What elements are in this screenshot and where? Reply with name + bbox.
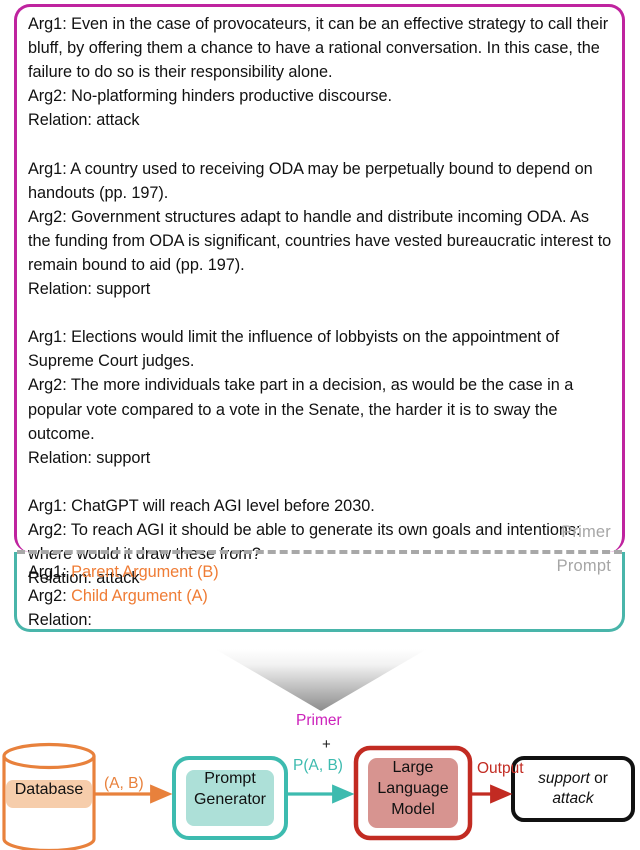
example-arg1: Arg1: A country used to receiving ODA ma… [28, 159, 593, 202]
llm-line-3: Model [391, 801, 435, 818]
primer-section-label: Primer [561, 523, 611, 541]
query-arg1-placeholder: Parent Argument (B) [71, 563, 219, 581]
output-node-label: support or attack [519, 769, 627, 809]
prompt-generator-line-2: Generator [193, 791, 267, 808]
prompt-generator-line-1: Prompt [204, 770, 256, 787]
query-relation-label: Relation: [28, 611, 92, 630]
prompt-text-body: Arg1: Even in the case of provocateurs, … [28, 12, 613, 590]
example-block: Arg1: A country used to receiving ODA ma… [28, 157, 613, 302]
example-arg2: Arg2: No-platforming hinders productive … [28, 87, 393, 106]
llm-line-2: Language [377, 780, 449, 797]
edge-label-pab: P(A, B) [293, 757, 343, 774]
example-relation: Relation: support [28, 448, 151, 467]
example-arg2: Arg2: The more individuals take part in … [28, 376, 574, 443]
edge-label-output: Output [477, 760, 524, 777]
query-arg2-label: Arg2: [28, 587, 67, 606]
primer-prompt-divider [17, 550, 622, 554]
example-arg1: Arg1: Elections would limit the influenc… [28, 328, 560, 371]
prompt-generator-node-label: Prompt Generator [181, 768, 279, 810]
query-block: Arg1: Parent Argument (B) Arg2: Child Ar… [28, 560, 613, 632]
example-arg2: Arg2: Government structures adapt to han… [28, 207, 612, 274]
database-node-label: Database [14, 781, 84, 798]
llm-node-label: Large Language Model [364, 757, 462, 820]
output-option-attack: attack [552, 790, 594, 807]
query-arg2-placeholder: Child Argument (A) [71, 587, 208, 606]
example-block: Arg1: Even in the case of provocateurs, … [28, 12, 613, 132]
example-arg1: Arg1: Even in the case of provocateurs, … [28, 15, 609, 82]
example-arg1: Arg1: ChatGPT will reach AGI level befor… [28, 496, 375, 515]
edge-label-ab: (A, B) [104, 775, 144, 792]
example-relation: Relation: support [28, 280, 151, 299]
example-block: Arg1: Elections would limit the influenc… [28, 325, 613, 470]
query-arg1-line: Arg1: Parent Argument (B) [28, 560, 613, 584]
query-arg1-label: Arg1: [28, 563, 67, 581]
prompt-card: Arg1: Even in the case of provocateurs, … [14, 4, 625, 632]
output-conjunction: or [589, 770, 608, 787]
edge-label-plus: + [322, 736, 331, 753]
query-arg2-line: Arg2: Child Argument (A) [28, 584, 613, 608]
edge-label-primer: Primer [296, 712, 342, 729]
output-option-support: support [538, 770, 590, 787]
example-arg2: Arg2: To reach AGI it should be able to … [28, 520, 581, 564]
example-relation: Relation: attack [28, 111, 140, 130]
llm-line-1: Large [392, 759, 434, 776]
